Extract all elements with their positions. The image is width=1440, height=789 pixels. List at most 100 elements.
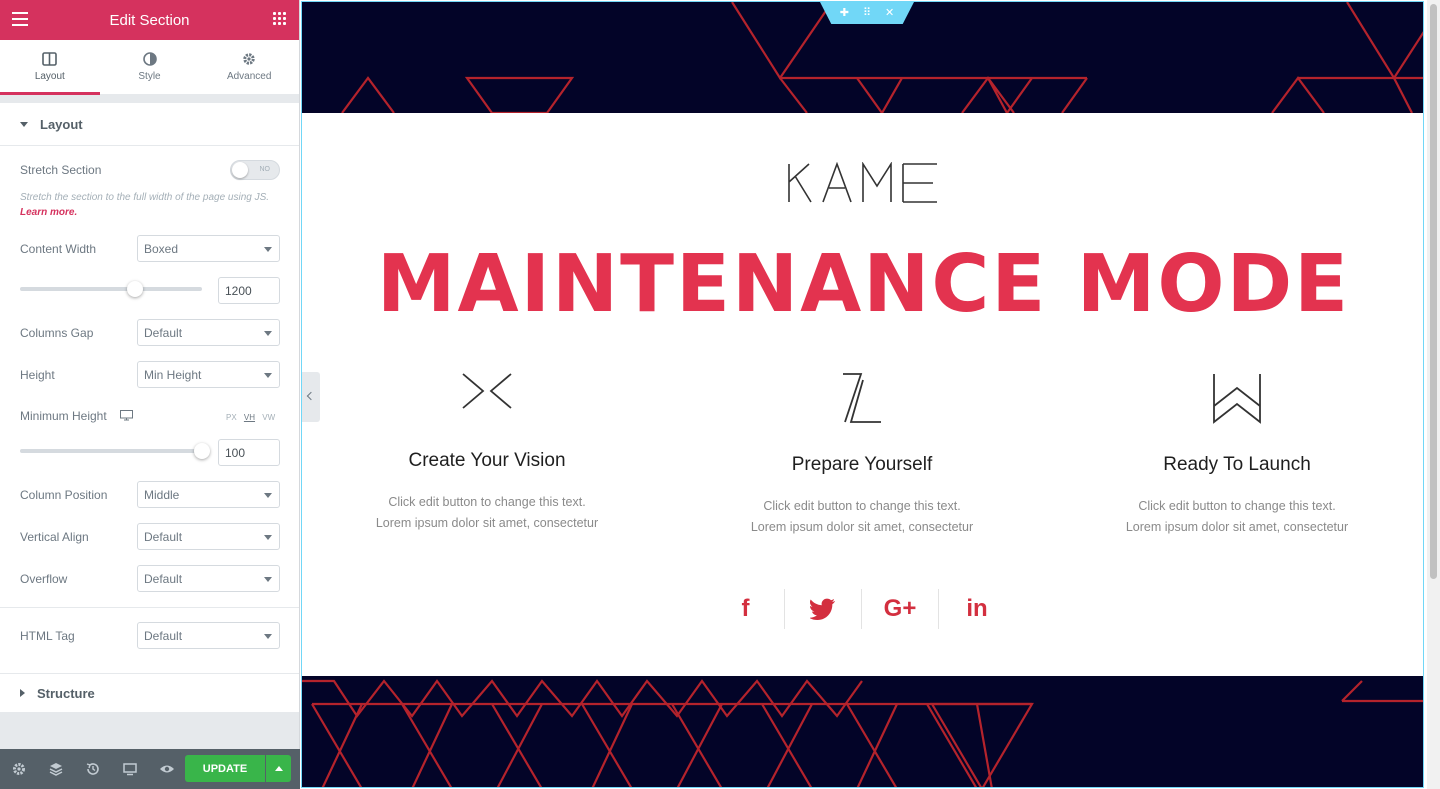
- google-plus-icon[interactable]: G+: [861, 589, 938, 629]
- panel-title: Edit Section: [109, 11, 190, 29]
- preview-eye-icon[interactable]: [159, 761, 175, 777]
- columns-gap-label: Columns Gap: [20, 326, 94, 340]
- page-scrollbar[interactable]: [1427, 0, 1440, 789]
- drag-handle-icon[interactable]: ⠿: [863, 7, 871, 19]
- feature-title: Create Your Vision: [408, 450, 566, 471]
- height-label: Height: [20, 368, 55, 382]
- feature-line: Click edit button to change this text.: [1138, 499, 1336, 513]
- feature-title: Prepare Yourself: [791, 454, 933, 475]
- bottom-pattern-band: [302, 676, 1423, 787]
- feature-line: Lorem ipsum dolor sit amet, consectetur: [750, 520, 974, 534]
- columns-gap-select[interactable]: Default: [137, 319, 280, 346]
- layout-section-label: Layout: [40, 116, 83, 132]
- unit-px[interactable]: PX: [226, 413, 237, 422]
- stretch-section-toggle[interactable]: NO: [230, 160, 280, 180]
- content-width-label: Content Width: [20, 242, 97, 256]
- preview-canvas: ✚ ⠿ ✕ MAINTENANCE MODE Create Your Visio…: [300, 0, 1440, 789]
- tab-style[interactable]: Style: [100, 40, 200, 94]
- edited-section[interactable]: ✚ ⠿ ✕ MAINTENANCE MODE Create Your Visio…: [301, 1, 1424, 788]
- feature-create-your-vision[interactable]: Create Your Vision Click edit button to …: [337, 372, 637, 534]
- overflow-label: Overflow: [20, 572, 68, 586]
- facebook-icon[interactable]: f: [707, 589, 784, 629]
- html-tag-select[interactable]: Default: [137, 622, 280, 649]
- section-handle[interactable]: ✚ ⠿ ✕: [820, 2, 914, 24]
- content-width-select[interactable]: Boxed: [137, 235, 280, 262]
- kame-logo: [788, 162, 937, 203]
- height-select[interactable]: Min Height: [137, 361, 280, 388]
- feature-ready-to-launch[interactable]: Ready To Launch Click edit button to cha…: [1087, 372, 1387, 538]
- column-position-select[interactable]: Middle: [137, 481, 280, 508]
- learn-more-link[interactable]: Learn more.: [20, 207, 77, 218]
- unit-vh[interactable]: VH: [244, 413, 255, 422]
- editor-sidebar: Edit Section Layout Style Advanced Layou…: [0, 0, 300, 789]
- feature-line: Click edit button to change this text.: [763, 499, 961, 513]
- minimum-height-number[interactable]: 100: [218, 439, 280, 466]
- stretch-help-text: Stretch the section to the full width of…: [20, 190, 282, 220]
- widgets-grid-icon[interactable]: [273, 12, 287, 26]
- tab-layout-label: Layout: [34, 71, 65, 82]
- tab-advanced-label: Advanced: [226, 71, 272, 82]
- linkedin-icon[interactable]: in: [938, 589, 1015, 629]
- settings-gear-icon[interactable]: [11, 761, 27, 777]
- scrollbar-thumb[interactable]: [1430, 4, 1437, 579]
- columns-icon: [42, 52, 58, 66]
- feature-prepare-yourself[interactable]: Prepare Yourself Click edit button to ch…: [712, 372, 1012, 538]
- add-section-icon[interactable]: ✚: [840, 7, 849, 19]
- slider-handle[interactable]: [194, 443, 210, 459]
- unit-switcher: PX VH VW: [226, 413, 275, 422]
- vertical-align-label: Vertical Align: [20, 530, 89, 544]
- html-tag-label: HTML Tag: [20, 629, 75, 643]
- navigator-layers-icon[interactable]: [48, 761, 64, 777]
- hamburger-menu-icon[interactable]: [12, 12, 28, 26]
- linkedin-glyph: in: [966, 595, 988, 622]
- layout-section-header[interactable]: Layout: [0, 103, 299, 146]
- feature-line: Click edit button to change this text.: [388, 495, 586, 509]
- desktop-icon[interactable]: [120, 410, 133, 421]
- launch-icon: [1213, 374, 1261, 424]
- twitter-bird-icon: [810, 598, 835, 620]
- feature-text: Click edit button to change this text. Lo…: [1087, 496, 1387, 538]
- triangle-pattern-bottom: [302, 679, 1423, 787]
- minimum-height-slider[interactable]: [20, 443, 210, 459]
- unit-vw[interactable]: VW: [262, 413, 275, 422]
- feature-title: Ready To Launch: [1163, 454, 1311, 475]
- slider-handle[interactable]: [127, 281, 143, 297]
- responsive-mode-icon[interactable]: [122, 761, 138, 777]
- structure-section-label: Structure: [37, 685, 95, 701]
- content-width-slider[interactable]: [20, 281, 202, 297]
- caret-down-icon: [20, 121, 28, 127]
- tab-style-label: Style: [138, 71, 161, 82]
- minimum-height-label: Minimum Height: [20, 409, 107, 423]
- feature-text: Click edit button to change this text. Lo…: [712, 496, 1012, 538]
- divider: [0, 607, 299, 608]
- structure-section-header[interactable]: Structure: [0, 673, 299, 713]
- update-options-caret[interactable]: [266, 755, 291, 782]
- maintenance-headline[interactable]: MAINTENANCE MODE: [302, 238, 1423, 330]
- social-icons: f G+ in: [707, 589, 1015, 629]
- google-plus-glyph: G+: [883, 595, 917, 622]
- content-width-number[interactable]: 1200: [218, 277, 280, 304]
- tab-layout[interactable]: Layout: [0, 40, 100, 95]
- feature-line: Lorem ipsum dolor sit amet, consectetur: [1125, 520, 1349, 534]
- prepare-icon: [843, 373, 881, 423]
- twitter-icon[interactable]: [784, 589, 861, 629]
- toggle-knob: [232, 162, 248, 178]
- tab-advanced[interactable]: Advanced: [199, 40, 299, 94]
- feature-line: Lorem ipsum dolor sit amet, consectetur: [375, 516, 599, 530]
- panel-footer: UPDATE: [0, 749, 300, 789]
- toggle-text: NO: [259, 166, 271, 173]
- contrast-icon: [142, 52, 157, 66]
- column-position-label: Column Position: [20, 488, 108, 502]
- caret-right-icon: [20, 689, 25, 697]
- overflow-select[interactable]: Default: [137, 565, 280, 592]
- panel-header: Edit Section: [0, 0, 299, 40]
- update-button[interactable]: UPDATE: [185, 755, 265, 782]
- gear-icon: [243, 53, 255, 65]
- vertical-align-select[interactable]: Default: [137, 523, 280, 550]
- vision-icon: [462, 373, 512, 409]
- stretch-section-label: Stretch Section: [20, 163, 102, 177]
- history-icon[interactable]: [85, 761, 101, 777]
- collapse-panel-button[interactable]: [302, 372, 320, 422]
- help-text: Stretch the section to the full width of…: [20, 192, 270, 203]
- delete-section-icon[interactable]: ✕: [885, 7, 894, 19]
